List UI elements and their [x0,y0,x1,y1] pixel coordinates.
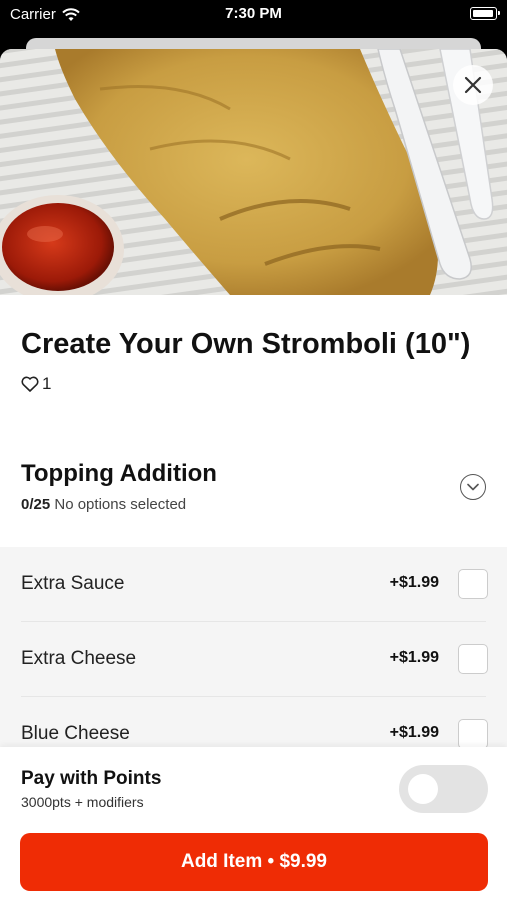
option-price: +$1.99 [389,574,439,591]
toggle-knob [408,774,438,804]
modifier-selected-count: 0/25 [21,496,51,513]
option-price: +$1.99 [389,649,439,666]
close-icon [464,76,482,94]
option-label: Extra Cheese [21,648,137,669]
like-count: 1 [42,374,52,393]
like-button[interactable]: 1 [21,374,51,394]
option-label: Blue Cheese [21,723,130,744]
status-bar: Carrier 7:30 PM [0,0,507,30]
close-button[interactable] [453,65,493,105]
option-label: Extra Sauce [21,573,125,594]
option-row-extra-sauce[interactable]: Extra Sauce +$1.99 [0,547,507,622]
checkout-footer: Pay with Points 3000pts + modifiers Add … [0,747,507,900]
heart-icon [21,376,39,392]
option-checkbox[interactable] [458,719,488,749]
modifier-group-title: Topping Addition [21,460,217,487]
modifier-group-status: 0/25 No options selected [21,496,186,513]
item-photo [0,49,507,295]
option-checkbox[interactable] [458,644,488,674]
modifier-options-list: Extra Sauce +$1.99 Extra Cheese +$1.99 B… [0,547,507,757]
option-row-extra-cheese[interactable]: Extra Cheese +$1.99 [0,622,507,697]
collapse-group-button[interactable] [460,474,486,500]
item-title: Create Your Own Stromboli (10") [21,328,471,360]
status-time: 7:30 PM [225,5,282,22]
pay-with-points-subtitle: 3000pts + modifiers [21,794,144,810]
modifier-status-text: No options selected [54,496,187,513]
chevron-down-icon [467,483,479,491]
pay-with-points-toggle[interactable] [399,765,488,813]
option-checkbox[interactable] [458,569,488,599]
battery-icon [470,7,500,20]
option-price: +$1.99 [389,724,439,741]
item-detail-sheet: Create Your Own Stromboli (10") 1 Toppin… [0,49,507,900]
add-item-button[interactable]: Add Item • $9.99 [20,833,488,891]
pay-with-points-title: Pay with Points [21,768,162,789]
